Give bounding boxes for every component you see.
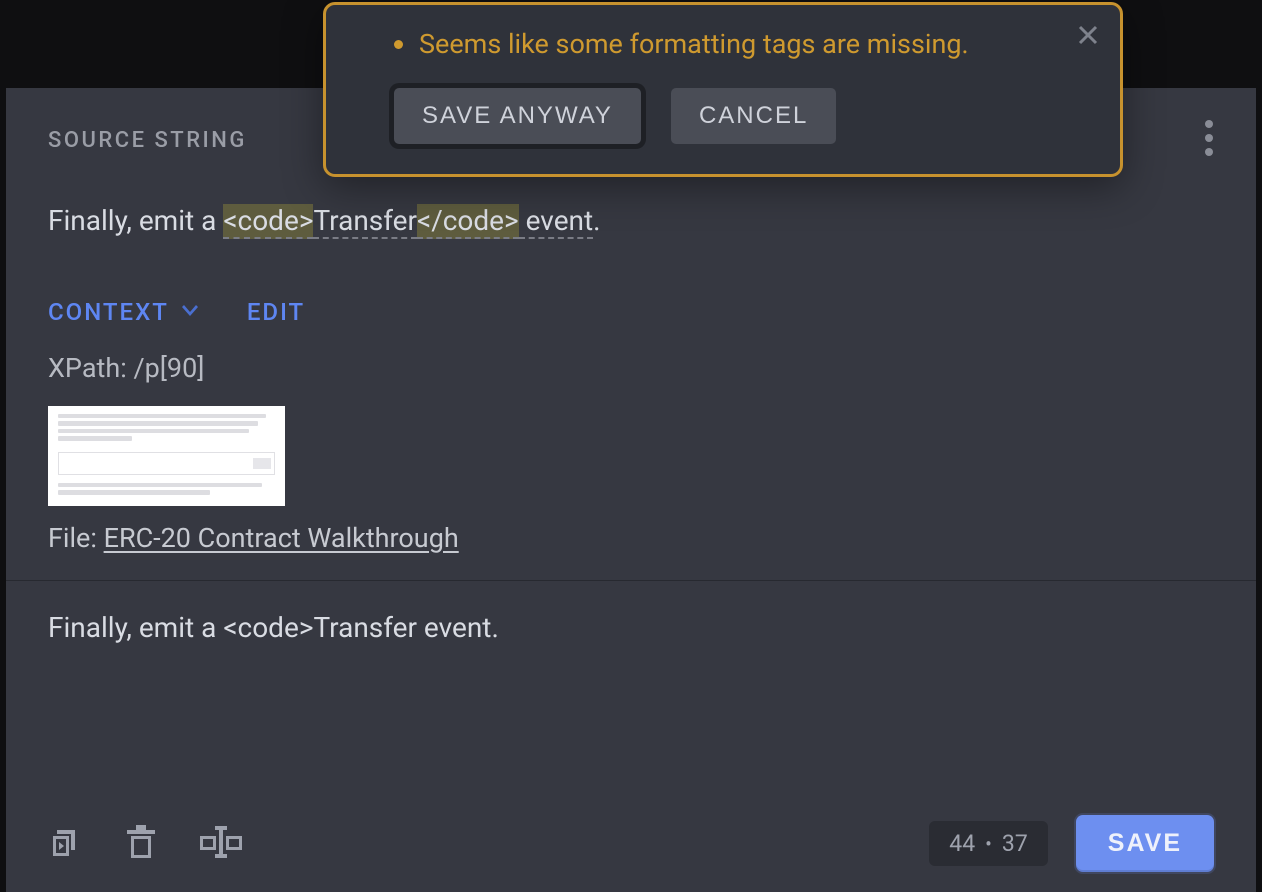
count-right: 37 <box>1002 830 1028 857</box>
warning-message: Seems like some formatting tags are miss… <box>419 27 969 62</box>
edit-link[interactable]: EDIT <box>247 298 305 326</box>
translation-textarea[interactable]: Finally, emit a <code>Transfer event. <box>48 609 1214 797</box>
file-row: File: ERC-20 Contract Walkthrough <box>48 522 1214 554</box>
open-code-tag: <code> <box>223 204 313 239</box>
chevron-down-icon <box>181 305 199 319</box>
close-code-tag: </code> <box>417 204 519 239</box>
file-link[interactable]: ERC-20 Contract Walkthrough <box>104 522 459 554</box>
context-label: CONTEXT <box>48 298 169 326</box>
character-counter: 44 • 37 <box>929 821 1047 866</box>
source-text-post: event <box>519 204 593 239</box>
count-sep: • <box>985 832 992 856</box>
count-left: 44 <box>949 830 975 857</box>
translation-toolbar: 44 • 37 SAVE <box>48 797 1214 872</box>
xpath-label: XPath: <box>48 352 133 384</box>
source-text-period: . <box>593 204 600 237</box>
xpath-row: XPath: /p[90] <box>48 352 1214 384</box>
delete-icon[interactable] <box>124 822 158 866</box>
context-screenshot-thumbnail[interactable] <box>48 406 285 506</box>
save-anyway-button[interactable]: SAVE ANYWAY <box>394 88 641 144</box>
editor-panel: SOURCE STRING Finally, emit a <code>Tran… <box>6 88 1256 892</box>
warning-bullet-icon <box>394 40 403 49</box>
xpath-value: /p[90] <box>133 352 204 384</box>
source-string-label: SOURCE STRING <box>48 128 247 153</box>
source-text-inner: Transfer <box>313 204 417 239</box>
context-toggle[interactable]: CONTEXT <box>48 298 199 326</box>
translation-section: Finally, emit a <code>Transfer event. 44… <box>6 580 1256 892</box>
cancel-button[interactable]: CANCEL <box>671 88 836 144</box>
formatting-warning-modal: Seems like some formatting tags are miss… <box>323 2 1123 177</box>
source-text-pre: Finally, emit a <box>48 204 223 237</box>
source-string-text: Finally, emit a <code>Transfer</code> ev… <box>48 202 1214 240</box>
text-cursor-icon[interactable] <box>198 824 244 864</box>
save-button[interactable]: SAVE <box>1076 815 1214 872</box>
copy-source-icon[interactable] <box>48 824 84 864</box>
more-options-icon[interactable] <box>1204 118 1214 162</box>
file-label: File: <box>48 522 104 554</box>
close-icon[interactable] <box>1078 25 1098 45</box>
